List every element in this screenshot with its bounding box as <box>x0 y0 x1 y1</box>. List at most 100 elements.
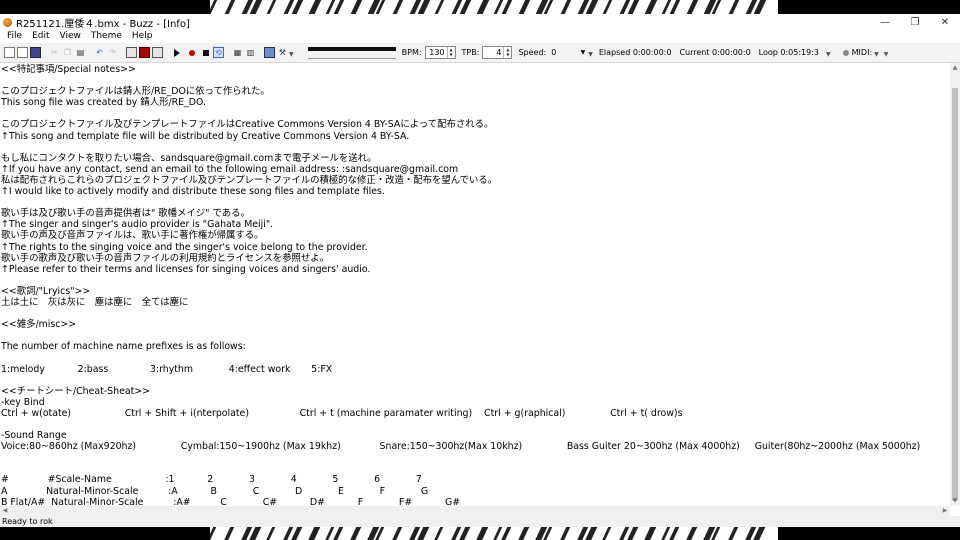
tpb-spinner[interactable]: 4 ▲ ▼ <box>482 46 513 59</box>
cpu-monitor-icon[interactable] <box>264 47 275 58</box>
paste-icon[interactable]: ▤ <box>75 47 86 58</box>
artwork-stripe <box>430 525 447 540</box>
artwork-stripe <box>220 525 238 540</box>
record-icon[interactable] <box>189 49 195 56</box>
toolbar-separator <box>120 47 124 58</box>
window-controls: — ❐ ✕ <box>870 14 960 30</box>
menu-help[interactable]: Help <box>129 31 160 41</box>
info-line: The number of machine name prefixes is a… <box>1 341 246 353</box>
info-line <box>1 330 949 341</box>
info-line: このプロジェクトファイルは錆人形/RE_DOに依って作られた。 <box>1 86 270 98</box>
scroll-left-icon[interactable]: ◀ <box>0 506 10 516</box>
artwork-stripe <box>262 0 279 15</box>
speed-combo[interactable]: 0 ▼ <box>549 46 585 59</box>
artwork-stripe <box>262 525 279 540</box>
info-line <box>1 308 949 319</box>
info-line: ↑If you have any contact, send an email … <box>1 163 459 175</box>
save-icon[interactable] <box>30 47 41 58</box>
info-line <box>1 197 949 208</box>
spinner-arrows-icon[interactable]: ▲ ▼ <box>446 47 455 58</box>
toolbar-overflow-icon[interactable]: ▼ <box>289 51 294 58</box>
tools-icon[interactable]: ⚒ <box>277 47 288 58</box>
artwork-stripe <box>556 525 574 540</box>
song-info-text[interactable]: <<特記事項/Special notes>> このプロジェクトファイルは錆人形/R… <box>1 64 949 506</box>
cut-icon[interactable]: ✂ <box>49 47 60 58</box>
info-line <box>1 275 949 286</box>
speed-value[interactable]: 0 <box>549 48 580 57</box>
bpm-spinner[interactable]: 130 ▲ ▼ <box>424 46 456 59</box>
info-line <box>1 75 949 86</box>
toolbar-separator <box>226 47 230 58</box>
redo-icon[interactable]: ↷ <box>107 47 118 58</box>
master-volume-slider[interactable] <box>307 46 396 60</box>
toolbar-separator <box>43 47 47 58</box>
sequence-view-icon[interactable] <box>152 47 163 58</box>
toolbar-overflow-icon[interactable]: ▼ <box>826 51 831 58</box>
info-line: A Natural-Minor-Scale :A B C D E F G <box>1 485 429 497</box>
play-icon[interactable] <box>174 48 180 57</box>
artwork-stripe <box>682 0 701 15</box>
chevron-down-icon[interactable]: ▼ <box>581 49 586 56</box>
loop-time: Loop 0:05:19:3 <box>758 48 820 57</box>
info-view[interactable]: <<特記事項/Special notes>> このプロジェクトファイルは錆人形/R… <box>0 63 950 506</box>
new-file-icon[interactable] <box>4 47 15 58</box>
toolbar-separator <box>88 47 92 58</box>
background-artwork-bottom <box>210 525 778 540</box>
info-line: 歌い手の歌声及び歌い手の音声ファイルの利用規約とライセンスを参照せよ。 <box>1 252 329 264</box>
song-info-icon[interactable]: ▥ <box>245 47 256 58</box>
open-file-icon[interactable] <box>17 47 28 58</box>
minimize-button[interactable]: — <box>870 14 900 30</box>
artwork-stripe <box>598 0 615 15</box>
midi-indicator-icon <box>842 49 849 56</box>
machine-view-icon[interactable] <box>126 47 137 58</box>
info-line: <<チートシート/Cheat-Sheat>> <box>1 385 150 397</box>
info-line <box>1 463 949 474</box>
artwork-stripe <box>430 0 447 15</box>
close-button[interactable]: ✕ <box>930 14 960 30</box>
restore-button[interactable]: ❐ <box>900 14 930 30</box>
toolbar-overflow-icon[interactable]: ▼ <box>884 51 889 58</box>
menu-edit[interactable]: Edit <box>29 31 56 41</box>
menu-view[interactable]: View <box>57 31 88 41</box>
toolbar-overflow-icon[interactable]: ▼ <box>874 51 879 58</box>
artwork-stripe <box>210 525 220 540</box>
undo-icon[interactable]: ↶ <box>94 47 105 58</box>
artwork-stripe <box>598 525 615 540</box>
artwork-stripe <box>388 0 406 15</box>
info-line: 1:melody 2:bass 3:rhythm 4:effect work 5… <box>1 363 333 375</box>
info-line: ↑The singer and singer's audio provider … <box>1 219 274 231</box>
artwork-stripe <box>472 0 492 15</box>
info-line <box>1 419 949 430</box>
menu-theme[interactable]: Theme <box>88 31 129 41</box>
info-line: <<歌詞/"Lryics">> <box>1 285 91 297</box>
vertical-scrollbar[interactable]: ▲ ▼ <box>950 63 960 506</box>
menu-file[interactable]: File <box>4 31 29 41</box>
scrollbar-thumb[interactable] <box>952 88 958 501</box>
info-line: -key Bind <box>1 396 45 408</box>
scroll-up-icon[interactable]: ▲ <box>950 63 960 73</box>
title-bar: R251121.厘倭４.bmx - Buzz - [Info] — ❐ ✕ <box>0 14 960 30</box>
wave-table-icon[interactable]: ▦ <box>232 47 243 58</box>
toolbar-overflow-icon[interactable]: ▼ <box>588 51 593 58</box>
tpb-value[interactable]: 4 <box>483 48 503 57</box>
scroll-right-icon[interactable]: ▶ <box>940 506 950 516</box>
artwork-stripe <box>556 0 574 15</box>
tpb-label: TPB: <box>461 48 480 57</box>
horizontal-scrollbar[interactable]: ◀ ▶ <box>0 506 950 516</box>
info-line: # #Scale-Name :1 2 3 4 5 6 7 <box>1 474 422 486</box>
artwork-stripe <box>304 525 324 540</box>
info-line: ↑This song and template file will be dis… <box>1 130 410 142</box>
volume-slider-bar <box>307 46 396 51</box>
stop-icon[interactable] <box>203 49 209 56</box>
info-line <box>1 142 949 153</box>
info-line: ↑Please refer to their terms and license… <box>1 263 371 275</box>
copy-icon[interactable]: ❐ <box>62 47 73 58</box>
spinner-arrows-icon[interactable]: ▲ ▼ <box>503 47 511 58</box>
artwork-stripe <box>514 0 533 15</box>
toolbar-separator <box>258 47 262 58</box>
artwork-stripe <box>304 0 324 15</box>
bpm-value[interactable]: 130 <box>426 48 447 57</box>
pattern-view-icon[interactable] <box>139 47 150 58</box>
scroll-down-icon[interactable]: ▼ <box>950 496 960 506</box>
loop-icon[interactable]: ⟲ <box>213 47 224 58</box>
